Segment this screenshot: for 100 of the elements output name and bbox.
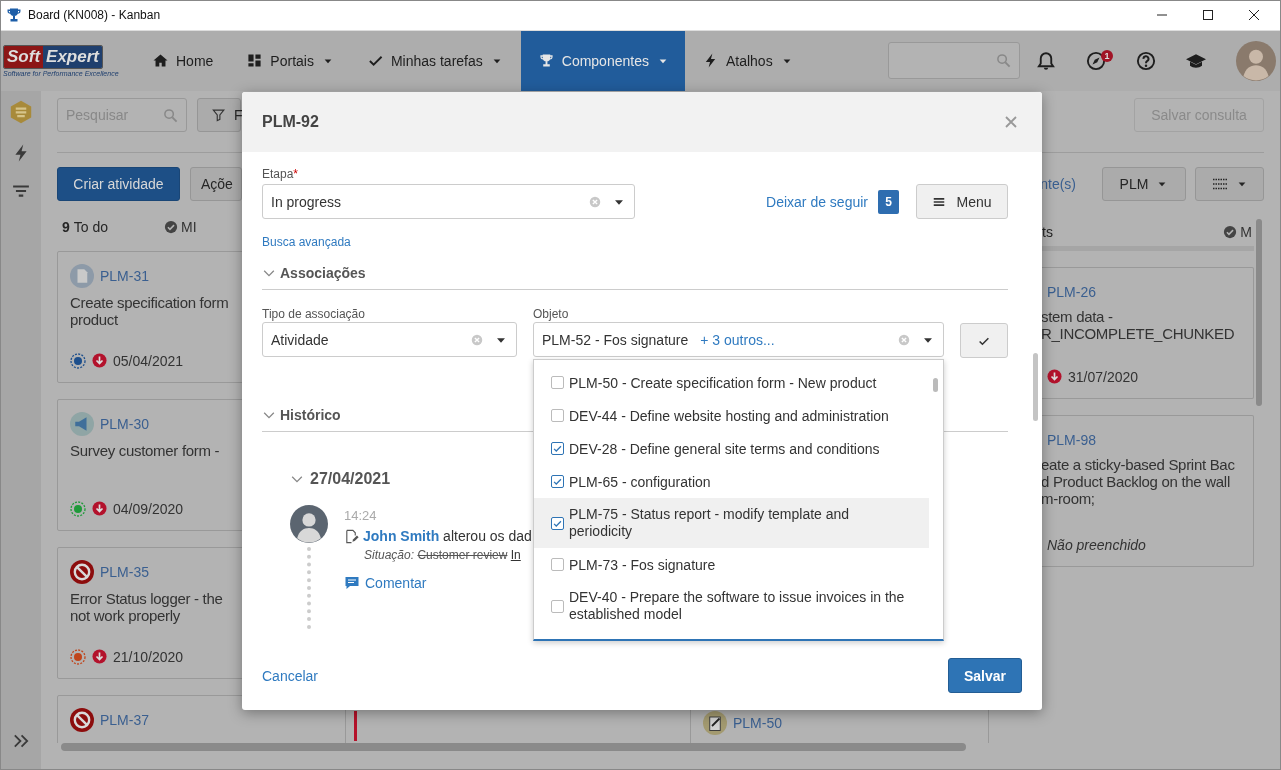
edit-icon <box>344 528 359 544</box>
checkbox[interactable] <box>551 376 564 389</box>
avatar-icon[interactable] <box>1236 40 1276 81</box>
search-icon <box>163 107 178 123</box>
grid-icon <box>247 53 263 69</box>
nav-tab[interactable]: Atalhos <box>686 30 809 91</box>
checkbox[interactable] <box>551 475 564 488</box>
comment-link[interactable]: Comentar <box>365 575 427 591</box>
option-item[interactable]: PLM-65 - configuration <box>534 465 929 498</box>
search-icon <box>996 53 1011 69</box>
menu-button[interactable]: Menu <box>916 184 1008 219</box>
field-label: Objeto <box>533 307 570 321</box>
scrollbar[interactable] <box>1256 218 1262 406</box>
compass-icon[interactable] <box>1086 50 1106 71</box>
task-title: eate a sticky-based Sprint Bac d Product Backlog on the wall m-room; <box>1041 455 1235 507</box>
field-label: Etapa* <box>262 167 299 181</box>
bell-icon[interactable] <box>1036 50 1056 71</box>
window-title: Board (KN008) - Kanban <box>28 8 161 23</box>
check-circle-icon <box>164 219 179 234</box>
app-logo-icon[interactable] <box>9 99 33 124</box>
section-title[interactable]: Histórico <box>280 407 341 423</box>
user-link[interactable]: John Smith <box>363 528 440 544</box>
priority-down-icon <box>1047 369 1062 385</box>
task-id-link[interactable]: PLM-31 <box>100 267 150 284</box>
task-title: Create specification form product <box>70 293 229 328</box>
option-text: DEV-28 - Define general site terms and conditions <box>569 440 880 457</box>
option-text: PLM-73 - Fos signature <box>569 556 716 573</box>
option-text: DEV-44 - Define website hosting and administration <box>569 407 889 424</box>
brand-logo: Soft Expert <box>3 44 103 69</box>
notification-badge: 1 <box>1101 49 1113 62</box>
view-options-button[interactable] <box>1195 166 1264 201</box>
task-id-link[interactable]: PLM-35 <box>100 563 150 580</box>
task-id-link[interactable]: PLM-98 <box>1047 431 1097 448</box>
due-date: 05/04/2021 <box>113 352 184 369</box>
confirm-button[interactable] <box>960 323 1008 358</box>
entry-time: 14:24 <box>344 508 378 523</box>
scrollbar[interactable] <box>933 378 938 392</box>
create-activity-button[interactable]: Criar atividade <box>57 166 180 201</box>
document-icon <box>70 263 94 288</box>
checkbox[interactable] <box>551 516 564 530</box>
due-date-empty: Não preenchido <box>1047 536 1146 553</box>
option-text: DEV-40 - Prepare the software to issue invoices in the established model <box>569 589 906 623</box>
column-title: To do <box>73 218 109 235</box>
trophy-icon <box>538 53 554 69</box>
check-circle-icon <box>1223 225 1238 240</box>
home-icon <box>153 53 168 69</box>
error-icon <box>70 707 94 732</box>
task-title: Survey customer form - <box>70 441 220 459</box>
due-date: 21/10/2020 <box>113 648 184 665</box>
filter-button[interactable]: F <box>197 97 241 132</box>
scrollbar[interactable] <box>1033 353 1038 421</box>
clear-icon[interactable] <box>588 194 602 209</box>
option-item[interactable]: PLM-50 - Create specification form - New product <box>534 366 929 399</box>
advanced-search-link[interactable]: Busca avançada <box>262 235 351 249</box>
task-title: Error Status logger - the not work properly <box>70 589 223 624</box>
priority-down-icon <box>92 649 107 665</box>
column-label: M <box>1240 224 1252 241</box>
dialog-title: PLM-92 <box>262 113 319 131</box>
scrollbar[interactable] <box>61 742 966 751</box>
priority-down-icon <box>92 501 107 517</box>
option-item[interactable]: PLM-75 - Status report - modify template and periodicity <box>534 498 929 548</box>
option-item[interactable]: DEV-44 - Define website hosting and administration <box>534 399 929 432</box>
unfollow-link[interactable]: Deixar de seguir <box>766 193 868 210</box>
task-id-link[interactable]: PLM-37 <box>100 711 150 728</box>
association-type-select[interactable]: Atividade <box>262 322 517 357</box>
column-label: MI <box>181 218 197 235</box>
search-field[interactable] <box>888 42 1020 80</box>
checkbox[interactable] <box>551 558 564 571</box>
checkbox[interactable] <box>551 409 564 422</box>
task-id-link[interactable]: PLM-26 <box>1047 283 1097 300</box>
option-item[interactable]: PLM-73 - Fos signature <box>534 548 929 581</box>
project-button[interactable]: PLM <box>1102 166 1186 201</box>
task-id-link[interactable]: PLM-50 <box>733 714 783 731</box>
clipboard-icon <box>703 710 727 735</box>
due-date: 31/07/2020 <box>1068 368 1139 385</box>
nav-tab[interactable]: Componentes <box>520 30 685 91</box>
expand-icon[interactable] <box>12 732 30 750</box>
nav-tab[interactable]: Minhas tarefas <box>351 30 519 91</box>
object-select[interactable]: PLM-52 - Fos signature + 3 outros... <box>533 322 944 357</box>
clear-icon[interactable] <box>470 332 484 347</box>
option-text: PLM-65 - configuration <box>569 473 711 490</box>
help-icon[interactable] <box>1136 50 1156 71</box>
option-item[interactable]: DEV-40 - Prepare the software to issue invoices in the established model <box>534 581 929 631</box>
error-icon <box>70 559 94 584</box>
nav-tab[interactable]: Home <box>137 30 230 91</box>
stage-select[interactable]: In progress <box>262 184 635 219</box>
nav-tab[interactable]: Portais <box>231 30 350 91</box>
clear-icon[interactable] <box>897 332 911 347</box>
option-item[interactable]: DEV-28 - Define general site terms and conditions <box>534 432 929 465</box>
history-entry-text: John Smith alterou os dad <box>363 528 532 544</box>
save-button[interactable]: Salvar <box>948 658 1022 693</box>
task-id-link[interactable]: PLM-30 <box>100 415 150 432</box>
option-text: PLM-50 - Create specification form - New product <box>569 374 877 391</box>
actions-button[interactable]: Açõe <box>190 166 242 201</box>
checkbox[interactable] <box>551 442 564 455</box>
checkbox[interactable] <box>551 599 564 613</box>
comment-icon <box>344 575 360 591</box>
trophy-icon <box>6 7 22 24</box>
funnel-icon <box>212 107 226 122</box>
survey-icon <box>70 411 94 436</box>
